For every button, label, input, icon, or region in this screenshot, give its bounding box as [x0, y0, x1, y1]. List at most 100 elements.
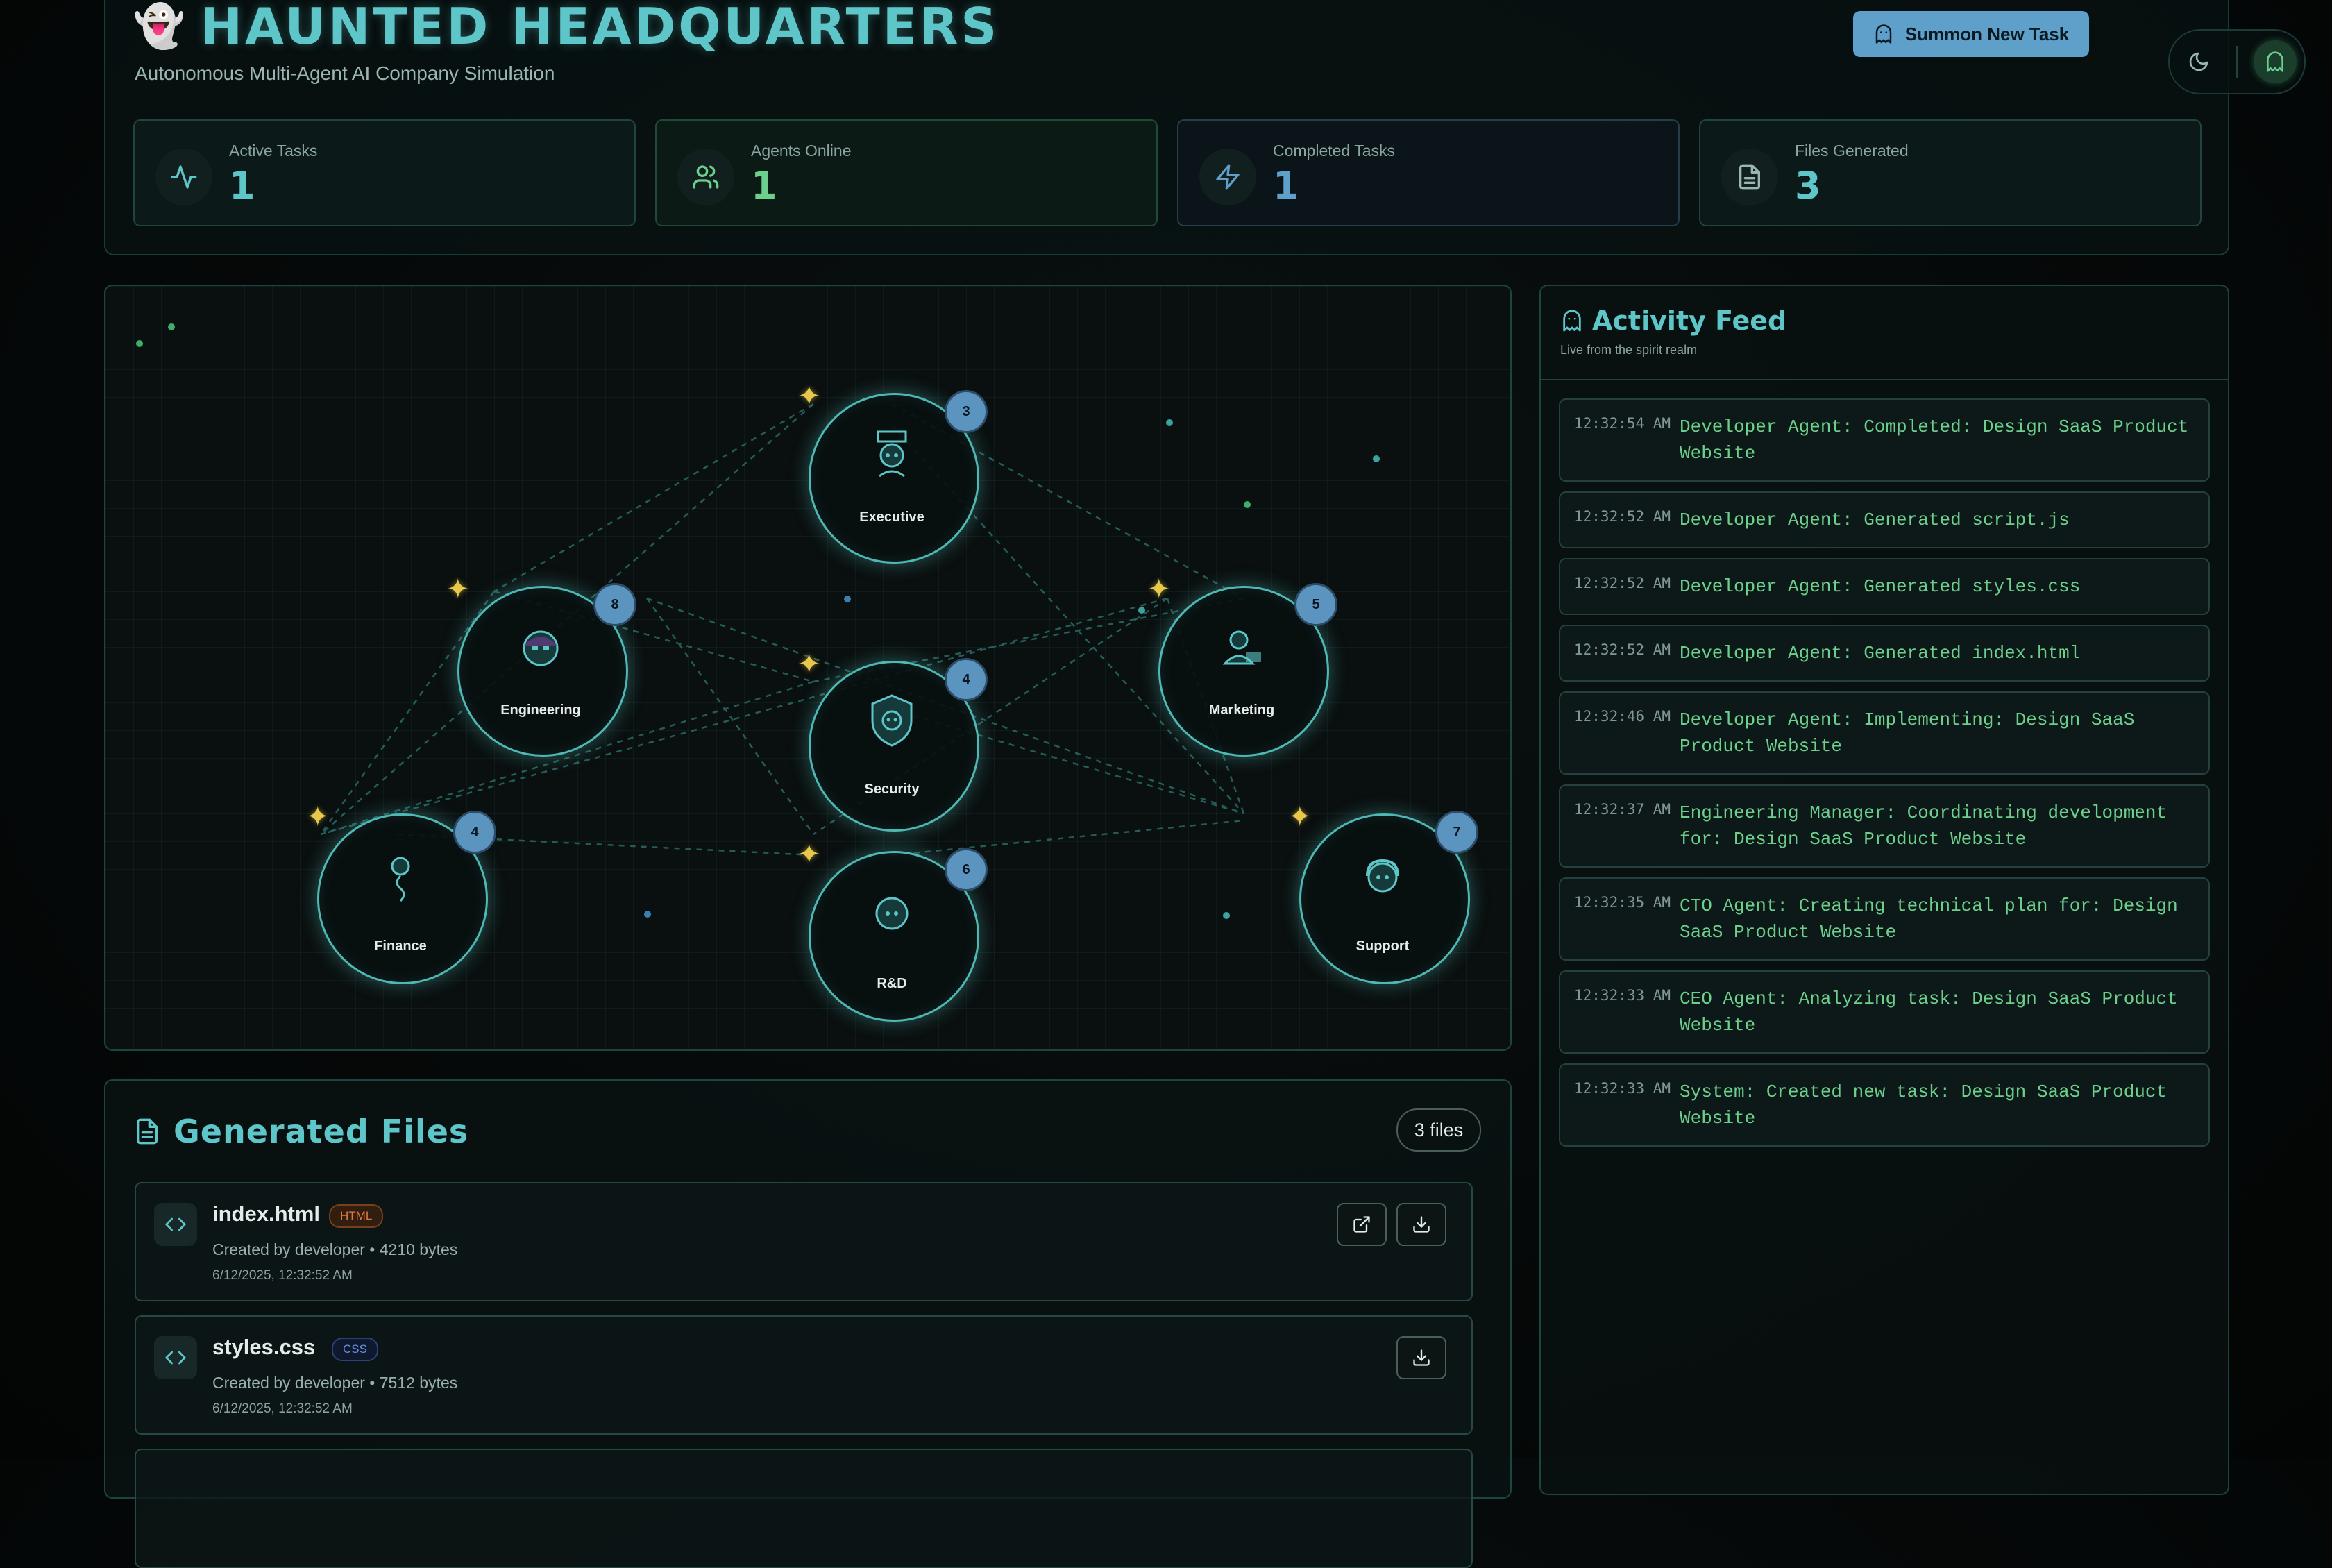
files-count-badge: 3 files — [1396, 1108, 1481, 1152]
stat-card-active-tasks: Active Tasks 1 — [133, 119, 636, 226]
feed-subtitle: Live from the spirit realm — [1560, 343, 1698, 357]
sparkle-icon: ✦ — [446, 573, 470, 605]
finance-agent-icon — [391, 857, 410, 902]
feed-time: 12:32:52 AM — [1574, 508, 1671, 525]
feed-message: System: Created new task: Design SaaS Pr… — [1680, 1081, 2168, 1129]
ambient-dot — [1244, 501, 1251, 508]
stat-value: 1 — [1273, 164, 1299, 208]
stat-value: 1 — [229, 164, 255, 208]
feed-message: Developer Agent: Completed: Design SaaS … — [1680, 416, 2189, 464]
file-icon — [137, 1118, 158, 1145]
files-title: Generated Files — [174, 1113, 469, 1150]
file-icon — [1721, 149, 1778, 205]
file-date: 6/12/2025, 12:32:52 AM — [212, 1268, 353, 1283]
feed-time: 12:32:33 AM — [1574, 1080, 1671, 1097]
file-card-index-html[interactable]: index.html HTML Created by developer • 4… — [135, 1182, 1473, 1301]
feed-item: 12:32:46 AM Developer Agent: Implementin… — [1559, 691, 2210, 775]
feed-item: 12:32:33 AM CEO Agent: Analyzing task: D… — [1559, 970, 2210, 1054]
file-card-partial[interactable] — [135, 1449, 1473, 1568]
ambient-dot — [1166, 419, 1173, 426]
executive-agent-icon — [877, 430, 907, 478]
feed-item: 12:32:52 AM Developer Agent: Generated s… — [1559, 558, 2210, 615]
feed-time: 12:32:54 AM — [1574, 415, 1671, 432]
generated-files-panel: Generated Files 3 files index.html HTML … — [104, 1079, 1512, 1568]
feed-message: CEO Agent: Analyzing task: Design SaaS P… — [1680, 988, 2178, 1036]
sparkle-icon: ✦ — [797, 648, 821, 680]
haunted-mode-button[interactable] — [2253, 40, 2297, 83]
dept-badge: 8 — [593, 583, 636, 626]
feed-time: 12:32:52 AM — [1574, 575, 1671, 591]
feed-item: 12:32:33 AM System: Created new task: De… — [1559, 1063, 2210, 1147]
dept-badge: 6 — [945, 848, 988, 891]
ambient-dot — [844, 596, 851, 602]
dept-label: Marketing — [1208, 702, 1275, 718]
dept-badge: 7 — [1435, 811, 1478, 854]
zap-icon — [1199, 149, 1256, 205]
dept-label: Finance — [374, 938, 427, 954]
feed-item: 12:32:35 AM CTO Agent: Creating technica… — [1559, 877, 2210, 961]
dept-badge: 5 — [1294, 583, 1337, 626]
support-agent-icon — [1366, 859, 1399, 893]
file-type-tag: CSS — [332, 1338, 378, 1361]
rnd-agent-icon — [875, 897, 909, 930]
dept-label: Security — [864, 782, 920, 797]
download-icon — [1413, 1349, 1430, 1366]
file-meta: Created by developer • 4210 bytes — [212, 1240, 458, 1258]
download-file-button[interactable] — [1396, 1336, 1446, 1379]
ghost-icon — [1563, 310, 1581, 332]
file-name: styles.css — [212, 1335, 316, 1359]
activity-icon — [155, 149, 212, 205]
ghost-icon — [2266, 51, 2283, 72]
feed-message: Developer Agent: Generated index.html — [1680, 643, 2081, 664]
ambient-dot — [136, 340, 143, 347]
feed-item: 12:32:52 AM Developer Agent: Generated i… — [1559, 625, 2210, 682]
stat-label: Agents Online — [751, 142, 852, 160]
feed-item: 12:32:52 AM Developer Agent: Generated s… — [1559, 491, 2210, 548]
dept-label: Support — [1355, 938, 1410, 954]
feed-item: 12:32:54 AM Developer Agent: Completed: … — [1559, 398, 2210, 482]
feed-message: Engineering Manager: Coordinating develo… — [1680, 802, 2168, 850]
stat-label: Active Tasks — [229, 142, 318, 160]
dept-badge: 4 — [945, 658, 988, 701]
file-date: 6/12/2025, 12:32:52 AM — [212, 1401, 353, 1416]
title-row: 👻 HAUNTED HEADQUARTERS — [133, 0, 999, 56]
stats-row: Active Tasks 1 Agents Online 1 Completed… — [133, 119, 2202, 226]
files-header: Generated Files — [133, 1113, 468, 1150]
sparkle-icon: ✦ — [1147, 573, 1171, 605]
summon-label: Summon New Task — [1904, 23, 2070, 44]
users-icon — [677, 149, 734, 205]
dept-label: R&D — [877, 976, 907, 991]
dark-mode-button[interactable] — [2177, 40, 2220, 83]
ambient-dot — [168, 323, 175, 330]
page-title: HAUNTED HEADQUARTERS — [200, 0, 1000, 56]
feed-message: Developer Agent: Generated script.js — [1680, 509, 2070, 530]
code-icon — [154, 1203, 197, 1246]
feed-message: CTO Agent: Creating technical plan for: … — [1680, 895, 2178, 943]
file-meta: Created by developer • 7512 bytes — [212, 1374, 458, 1392]
stat-card-completed-tasks: Completed Tasks 1 — [1177, 119, 1680, 226]
toggle-divider — [2236, 46, 2238, 78]
dept-label: Executive — [859, 509, 924, 525]
summon-task-button[interactable]: Summon New Task — [1853, 11, 2089, 57]
open-file-button[interactable] — [1337, 1203, 1387, 1246]
external-link-icon — [1353, 1216, 1370, 1233]
stat-card-agents-online: Agents Online 1 — [655, 119, 1158, 226]
feed-time: 12:32:52 AM — [1574, 641, 1671, 658]
ambient-dot — [1138, 607, 1145, 614]
sparkle-icon: ✦ — [797, 838, 821, 870]
ambient-dot — [1223, 912, 1230, 919]
file-card-styles-css[interactable]: styles.css CSS Created by developer • 75… — [135, 1315, 1473, 1435]
feed-header: Activity Feed — [1560, 305, 1786, 336]
file-type-tag: HTML — [329, 1204, 384, 1228]
download-file-button[interactable] — [1396, 1203, 1446, 1246]
ambient-dot — [1373, 455, 1380, 462]
stat-label: Files Generated — [1795, 142, 1909, 160]
feed-title: Activity Feed — [1592, 305, 1787, 336]
engineering-agent-icon — [523, 630, 559, 666]
sparkle-icon: ✦ — [797, 380, 821, 412]
page-subtitle: Autonomous Multi-Agent AI Company Simula… — [135, 62, 555, 84]
ghost-icon: 👻 — [133, 2, 185, 51]
feed-message: Developer Agent: Generated styles.css — [1680, 576, 2081, 597]
moon-icon — [2190, 52, 2208, 71]
feed-time: 12:32:35 AM — [1574, 894, 1671, 911]
